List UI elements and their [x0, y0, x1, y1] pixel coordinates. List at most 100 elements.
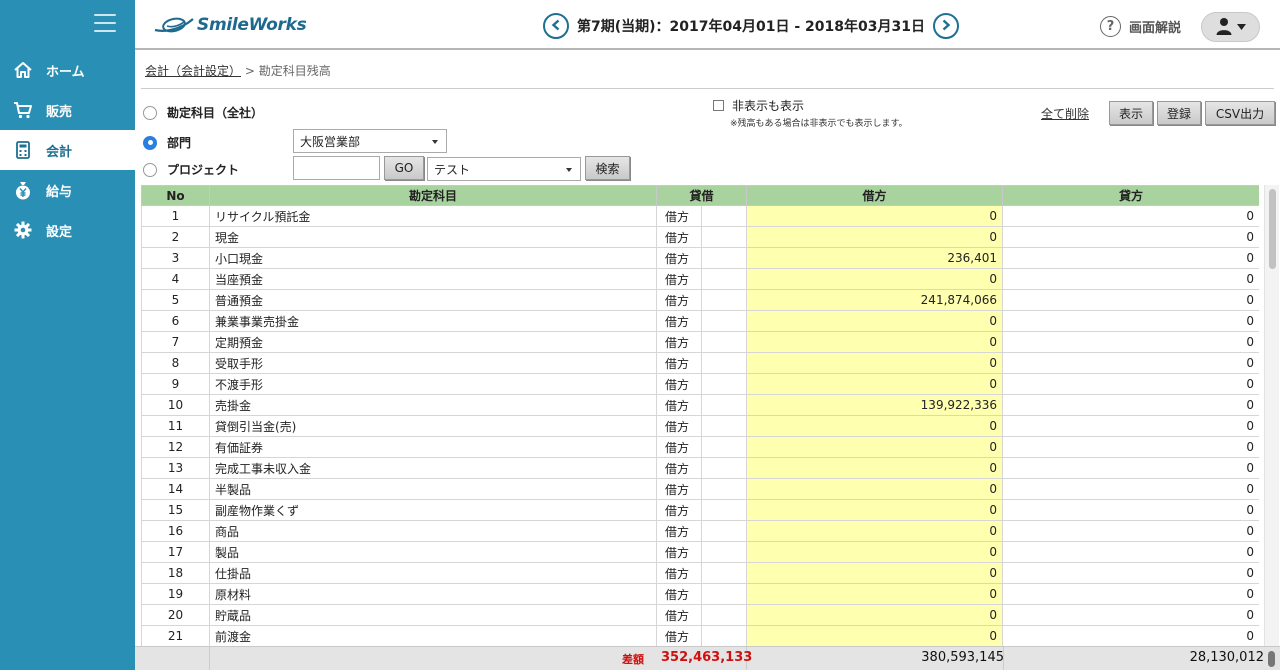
sidebar-item-sales[interactable]: 販売	[0, 90, 135, 130]
row-debit-input[interactable]: 241,874,066	[746, 289, 1004, 311]
breadcrumb-parent-link[interactable]: 会計（会計設定）	[145, 64, 241, 78]
sidebar-item-settings[interactable]: 設定	[0, 210, 135, 250]
filter-option-project[interactable]: プロジェクト	[143, 161, 239, 178]
row-credit-input[interactable]: 0	[1002, 373, 1259, 395]
row-credit-input[interactable]: 0	[1002, 457, 1259, 479]
row-credit-input[interactable]: 0	[1002, 289, 1259, 311]
row-account: 貸倒引当金(売)	[209, 415, 657, 437]
row-debit-input[interactable]: 0	[746, 205, 1004, 227]
row-debit-input[interactable]: 0	[746, 331, 1004, 353]
row-account: 製品	[209, 541, 657, 563]
table-scrollbar[interactable]	[1264, 185, 1279, 646]
next-period-button[interactable]	[932, 13, 959, 39]
row-credit-input[interactable]: 0	[1002, 247, 1259, 269]
help-label: 画面解説	[1129, 21, 1182, 36]
row-debit-input[interactable]: 0	[746, 520, 1004, 542]
row-credit-input[interactable]: 0	[1002, 541, 1259, 563]
sidebar-item-home[interactable]: ホーム	[0, 50, 135, 90]
help-button[interactable]: ? 画面解説	[1100, 16, 1181, 37]
hamburger-menu-icon[interactable]	[94, 14, 116, 32]
row-debit-input[interactable]: 236,401	[746, 247, 1004, 269]
scrollbar-thumb[interactable]	[1269, 189, 1276, 269]
project-select[interactable]: テスト	[427, 157, 581, 181]
row-dc-spacer	[700, 541, 748, 563]
row-dc-spacer	[700, 310, 748, 332]
row-account: 有価証券	[209, 436, 657, 458]
row-debit-input[interactable]: 0	[746, 226, 1004, 248]
row-dc-spacer	[700, 478, 748, 500]
table-row: 4 当座預金 借方 0 0	[141, 268, 1259, 290]
table-header-row: No 勘定科目 貸借 借方 貸方	[141, 185, 1259, 206]
divider	[141, 88, 1274, 89]
row-credit-input[interactable]: 0	[1002, 226, 1259, 248]
logo[interactable]: SmileWorks	[153, 12, 307, 38]
radio-department[interactable]	[143, 135, 157, 150]
row-debit-input[interactable]: 0	[746, 268, 1004, 290]
register-button[interactable]: 登録	[1157, 101, 1201, 125]
table-row: 1 リサイクル預託金 借方 0 0	[141, 205, 1259, 227]
row-debit-input[interactable]: 139,922,336	[746, 394, 1004, 416]
row-debit-input[interactable]: 0	[746, 436, 1004, 458]
chevron-left-icon	[551, 19, 561, 34]
checkbox[interactable]	[713, 100, 724, 111]
row-debit-input[interactable]: 0	[746, 604, 1004, 626]
prev-period-button[interactable]	[543, 13, 569, 39]
radio-all-company[interactable]	[143, 105, 157, 120]
row-credit-input[interactable]: 0	[1002, 310, 1259, 332]
sidebar-item-accounting[interactable]: 会計	[0, 130, 135, 170]
row-debit-input[interactable]: 0	[746, 499, 1004, 521]
scrollbar-thumb[interactable]	[1268, 651, 1275, 667]
row-credit-input[interactable]: 0	[1002, 394, 1259, 416]
row-credit-input[interactable]: 0	[1002, 436, 1259, 458]
row-dc: 借方	[656, 373, 702, 395]
row-dc-spacer	[700, 625, 748, 646]
row-debit-input[interactable]: 0	[746, 562, 1004, 584]
project-select-value: テスト	[434, 162, 471, 177]
csv-export-button[interactable]: CSV出力	[1205, 101, 1275, 125]
row-dc-spacer	[700, 499, 748, 521]
row-debit-input[interactable]: 0	[746, 583, 1004, 605]
display-button[interactable]: 表示	[1109, 101, 1153, 125]
row-dc: 借方	[656, 604, 702, 626]
row-credit-input[interactable]: 0	[1002, 352, 1259, 374]
totals-bar: 差額 352,463,133 380,593,145 28,130,012	[135, 646, 1280, 670]
table-row: 21 前渡金 借方 0 0	[141, 625, 1259, 646]
filter-option-department[interactable]: 部門	[143, 134, 191, 151]
radio-project[interactable]	[143, 162, 157, 177]
row-debit-input[interactable]: 0	[746, 373, 1004, 395]
row-credit-input[interactable]: 0	[1002, 478, 1259, 500]
row-credit-input[interactable]: 0	[1002, 499, 1259, 521]
row-credit-input[interactable]: 0	[1002, 415, 1259, 437]
row-credit-input[interactable]: 0	[1002, 625, 1259, 646]
delete-all-link[interactable]: 全て削除	[1041, 105, 1089, 122]
row-credit-input[interactable]: 0	[1002, 268, 1259, 290]
go-button[interactable]: GO	[384, 156, 424, 180]
filter-option-label: 部門	[167, 136, 192, 150]
row-credit-input[interactable]: 0	[1002, 562, 1259, 584]
row-credit-input[interactable]: 0	[1002, 583, 1259, 605]
row-debit-input[interactable]: 0	[746, 457, 1004, 479]
department-select-value: 大阪営業部	[300, 134, 361, 149]
department-select[interactable]: 大阪営業部	[293, 129, 447, 153]
filter-option-all-company[interactable]: 勘定科目（全社）	[143, 104, 263, 121]
row-debit-input[interactable]: 0	[746, 478, 1004, 500]
sidebar-item-payroll[interactable]: 給与	[0, 170, 135, 210]
sidebar: ホーム 販売 会計 給与 設定	[0, 0, 135, 670]
row-debit-input[interactable]: 0	[746, 625, 1004, 646]
row-no: 6	[141, 310, 210, 332]
row-credit-input[interactable]: 0	[1002, 205, 1259, 227]
user-menu-button[interactable]	[1201, 12, 1260, 42]
row-debit-input[interactable]: 0	[746, 541, 1004, 563]
project-code-input[interactable]	[293, 156, 380, 180]
row-debit-input[interactable]: 0	[746, 352, 1004, 374]
row-credit-input[interactable]: 0	[1002, 331, 1259, 353]
debit-total: 380,593,145	[921, 650, 1004, 665]
search-button[interactable]: 検索	[585, 156, 630, 180]
row-credit-input[interactable]: 0	[1002, 604, 1259, 626]
row-debit-input[interactable]: 0	[746, 415, 1004, 437]
row-credit-input[interactable]: 0	[1002, 520, 1259, 542]
row-dc: 借方	[656, 352, 702, 374]
show-hidden-checkbox[interactable]: 非表示も表示	[713, 97, 804, 114]
row-account: 副産物作業くず	[209, 499, 657, 521]
row-debit-input[interactable]: 0	[746, 310, 1004, 332]
